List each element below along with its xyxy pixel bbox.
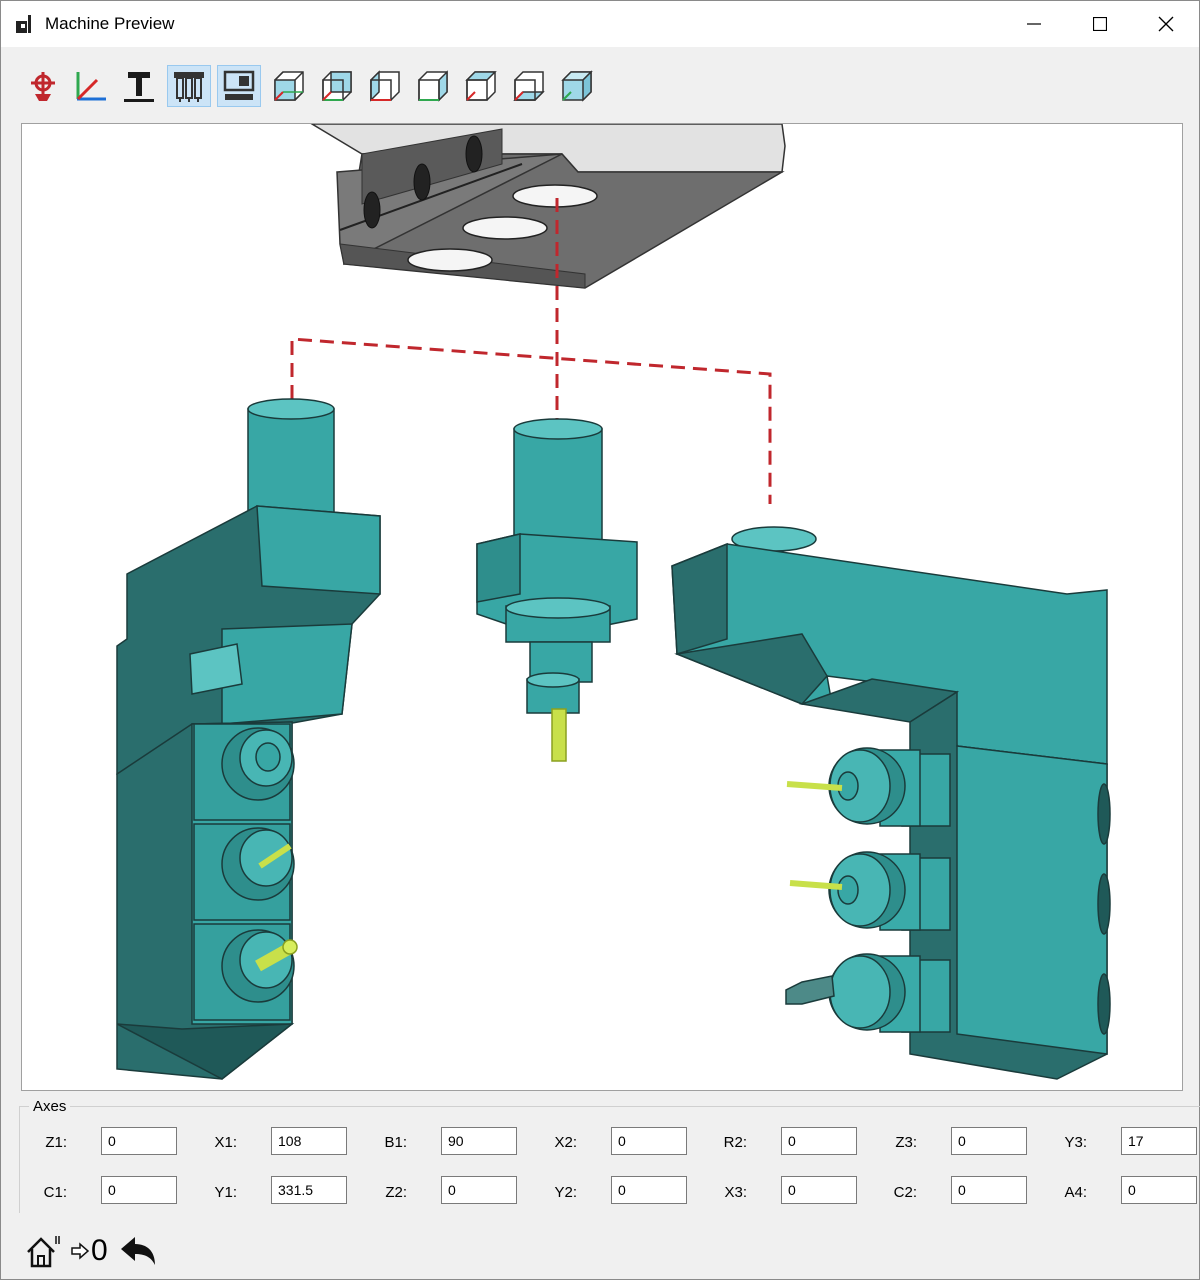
left-tool-turret <box>116 398 381 1080</box>
axis-input-z3[interactable] <box>951 1127 1027 1155</box>
axis-label-a4: A4: <box>1064 1184 1087 1201</box>
axis-input-a4[interactable] <box>1121 1176 1197 1204</box>
close-button[interactable] <box>1133 1 1199 47</box>
axis-input-r2[interactable] <box>781 1127 857 1155</box>
axis-label-y3: Y3: <box>1064 1134 1087 1151</box>
close-icon <box>1158 16 1174 32</box>
zero-label: 0 <box>91 1234 108 1267</box>
axis-label-c2: C2: <box>893 1184 917 1201</box>
axis-label-r2: R2: <box>723 1134 747 1151</box>
home-icon <box>27 1236 60 1268</box>
view-cube-back-icon <box>322 71 352 101</box>
axis-input-x1[interactable] <box>271 1127 347 1155</box>
spindle-head <box>310 124 786 289</box>
right-tool-holder-1 <box>786 747 951 827</box>
tools-icon <box>174 72 204 102</box>
toolbar <box>21 65 641 109</box>
minimize-icon <box>1027 23 1041 25</box>
maximize-icon <box>1093 17 1107 31</box>
toolbar-button-machine[interactable] <box>21 65 65 107</box>
toolbar-button-view-back[interactable] <box>315 65 359 107</box>
axis-label-z2: Z2: <box>385 1184 407 1201</box>
text-icon <box>124 72 154 102</box>
axis-label-x1: X1: <box>214 1134 237 1151</box>
center-spindle-tool <box>476 418 638 762</box>
view-cube-left-icon <box>370 70 400 102</box>
zero-axes-button[interactable]: 0 <box>71 1233 108 1269</box>
minimize-button[interactable] <box>1001 1 1067 47</box>
view-cube-right-icon <box>418 70 448 102</box>
home-button[interactable] <box>25 1233 61 1269</box>
maximize-button[interactable] <box>1067 1 1133 47</box>
toolbar-button-view-top[interactable] <box>459 65 503 107</box>
axis-input-b1[interactable] <box>441 1127 517 1155</box>
axis-input-x3[interactable] <box>781 1176 857 1204</box>
axis-label-x2: X2: <box>554 1134 577 1151</box>
view-cube-front-icon <box>274 71 304 101</box>
axis-input-c2[interactable] <box>951 1176 1027 1204</box>
window-title: Machine Preview <box>45 14 175 33</box>
axis-label-z1: Z1: <box>45 1134 67 1151</box>
axis-input-c1[interactable] <box>101 1176 177 1204</box>
toolbar-button-view-iso[interactable] <box>555 65 599 107</box>
right-tool-holder-2 <box>789 851 951 931</box>
right-tool-turret <box>671 526 1111 1080</box>
axis-input-y1[interactable] <box>271 1176 347 1204</box>
axis-input-z1[interactable] <box>101 1127 177 1155</box>
toolbar-button-workpiece[interactable] <box>217 65 261 107</box>
axis-label-z3: Z3: <box>895 1134 917 1151</box>
machine-scene <box>116 124 1111 1080</box>
undo-icon <box>121 1237 155 1265</box>
toolbar-button-view-right[interactable] <box>411 65 455 107</box>
axes-icon <box>76 72 106 101</box>
view-cube-top-icon <box>465 71 497 101</box>
toolbar-button-text[interactable] <box>117 65 161 107</box>
view-cube-iso-icon <box>561 70 593 102</box>
axis-label-y1: Y1: <box>214 1184 237 1201</box>
axis-input-x2[interactable] <box>611 1127 687 1155</box>
axis-input-y3[interactable] <box>1121 1127 1197 1155</box>
machine-3d-viewport[interactable] <box>21 123 1183 1091</box>
app-icon <box>16 15 31 33</box>
toolbar-button-tools[interactable] <box>167 65 211 107</box>
machine-icon <box>31 72 55 101</box>
axes-group-label: Axes <box>29 1098 71 1115</box>
right-tool-holder-3 <box>785 953 951 1033</box>
toolbar-button-axes[interactable] <box>69 65 113 107</box>
toolbar-button-view-bottom[interactable] <box>507 65 551 107</box>
title-bar[interactable]: Machine Preview <box>1 1 1199 47</box>
axis-label-b1: B1: <box>384 1134 407 1151</box>
axis-input-y2[interactable] <box>611 1176 687 1204</box>
axis-label-c1: C1: <box>43 1184 67 1201</box>
arrow-right-icon <box>71 1242 89 1260</box>
axis-label-x3: X3: <box>724 1184 747 1201</box>
view-cube-bottom-icon <box>513 71 545 101</box>
toolbar-button-view-front[interactable] <box>267 65 311 107</box>
axis-input-z2[interactable] <box>441 1176 517 1204</box>
workpiece-icon <box>223 70 255 100</box>
undo-button[interactable] <box>119 1233 157 1269</box>
machine-preview-window: Machine Preview Axes Z1: 0 X1: 108 B1: 9… <box>0 0 1200 1280</box>
axis-label-y2: Y2: <box>554 1184 577 1201</box>
toolbar-button-view-left[interactable] <box>363 65 407 107</box>
